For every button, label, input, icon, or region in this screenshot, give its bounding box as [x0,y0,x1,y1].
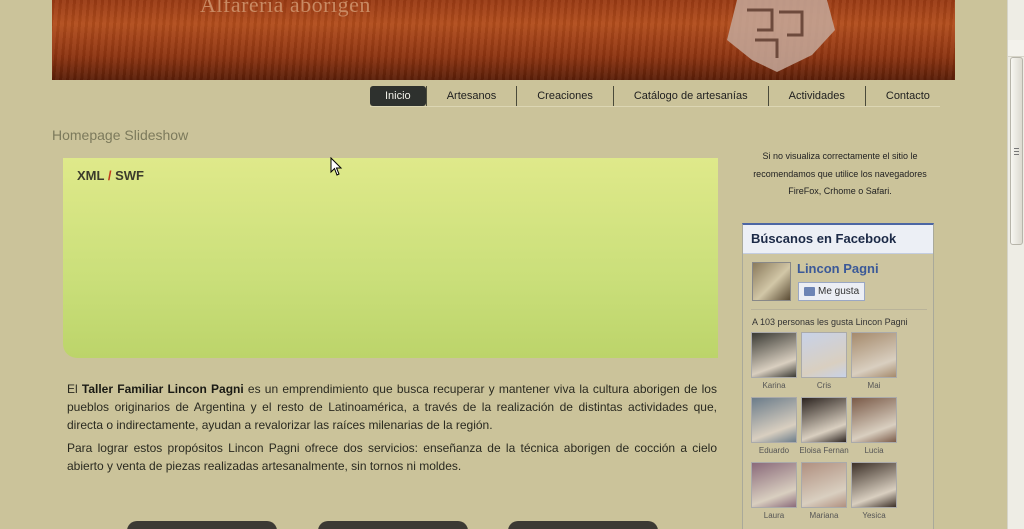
mouse-cursor-icon [330,157,343,176]
fan-grid: Karina Cris Mai Eduardo Eloisa Fernan Lucia La… [751,332,897,521]
swf-link[interactable]: SWF [115,168,144,183]
fan-avatar[interactable] [801,462,847,508]
fan-item[interactable]: Karina [751,332,797,391]
like-button[interactable]: Me gusta [798,282,866,301]
fan-name[interactable]: Cris [817,381,831,391]
fan-avatar[interactable] [801,397,847,443]
fan-name[interactable]: Karina [762,381,785,391]
nav-divider [370,106,940,107]
banner-title: Alfarería aborigen [200,0,371,17]
fan-avatar[interactable] [851,397,897,443]
page-name-link[interactable]: Lincon Pagni [797,261,879,276]
fan-item[interactable]: Mariana [801,462,847,521]
fan-name[interactable]: Yesica [862,511,885,521]
slideshow-links: XML / SWF [77,168,144,183]
intro-text: El Taller Familiar Lincon Pagni es un em… [67,380,717,480]
vertical-scrollbar[interactable] [1007,0,1024,529]
gallery-thumb[interactable] [318,521,468,529]
intro-lead: El [67,382,82,396]
fan-item[interactable]: Eloisa Fernan [799,397,849,456]
fan-avatar[interactable] [751,332,797,378]
fan-item[interactable]: Eduardo [751,397,797,456]
fan-item[interactable]: Lucia [851,397,897,456]
xml-link[interactable]: XML [77,168,104,183]
slideshow-panel: XML / SWF [63,158,718,358]
page-profile-picture[interactable] [752,262,791,301]
nav-actividades[interactable]: Actividades [767,86,865,106]
fan-name[interactable]: Laura [764,511,784,521]
like-count-text: A 103 personas les gusta Lincon Pagni [752,317,908,327]
nav-contacto[interactable]: Contacto [864,86,950,106]
fan-avatar[interactable] [751,462,797,508]
fan-avatar[interactable] [751,397,797,443]
fb-divider [751,309,927,310]
fan-name[interactable]: Lucia [864,446,883,456]
intro-paragraph: El Taller Familiar Lincon Pagni es un em… [67,380,717,434]
fan-name[interactable]: Mai [868,381,881,391]
services-paragraph: Para lograr estos propósitos Lincon Pagn… [67,441,717,473]
fan-avatar[interactable] [851,332,897,378]
grip-icon [1014,148,1019,149]
browser-notice: Si no visualiza correctamente el sitio l… [753,151,927,196]
scrollbar-thumb[interactable] [1010,57,1023,245]
fan-item[interactable]: Yesica [851,462,897,521]
scroll-up-button[interactable] [1008,40,1024,57]
page: Alfarería aborigen Inicio Artesanos Crea… [0,0,1007,529]
nav-inicio[interactable]: Inicio [370,86,426,106]
nav-artesanos[interactable]: Artesanos [425,86,517,106]
fan-avatar[interactable] [851,462,897,508]
header-banner: Alfarería aborigen [52,0,955,80]
nav-catalogo[interactable]: Catálogo de artesanías [612,86,768,106]
link-separator: / [107,168,112,183]
fan-name[interactable]: Eduardo [759,446,789,456]
facebook-widget: Búscanos en Facebook Lincon Pagni Me gus… [742,223,934,529]
nav-creaciones[interactable]: Creaciones [516,86,613,106]
fan-avatar[interactable] [801,332,847,378]
gallery-thumb[interactable] [508,521,658,529]
gallery-thumb[interactable] [127,521,277,529]
taller-name: Taller Familiar Lincon Pagni [81,382,244,396]
fan-name[interactable]: Eloisa Fernan [799,446,848,456]
fan-name[interactable]: Mariana [810,511,839,521]
fan-item[interactable]: Cris [801,332,847,391]
fan-item[interactable]: Mai [851,332,897,391]
fan-item[interactable]: Laura [751,462,797,521]
stone-carving-image [727,0,835,72]
slideshow-title: Homepage Slideshow [52,127,189,143]
facebook-widget-title: Búscanos en Facebook [743,225,933,254]
main-nav: Inicio Artesanos Creaciones Catálogo de … [370,85,950,107]
thumbs-up-icon [804,287,815,296]
like-label: Me gusta [818,286,860,297]
